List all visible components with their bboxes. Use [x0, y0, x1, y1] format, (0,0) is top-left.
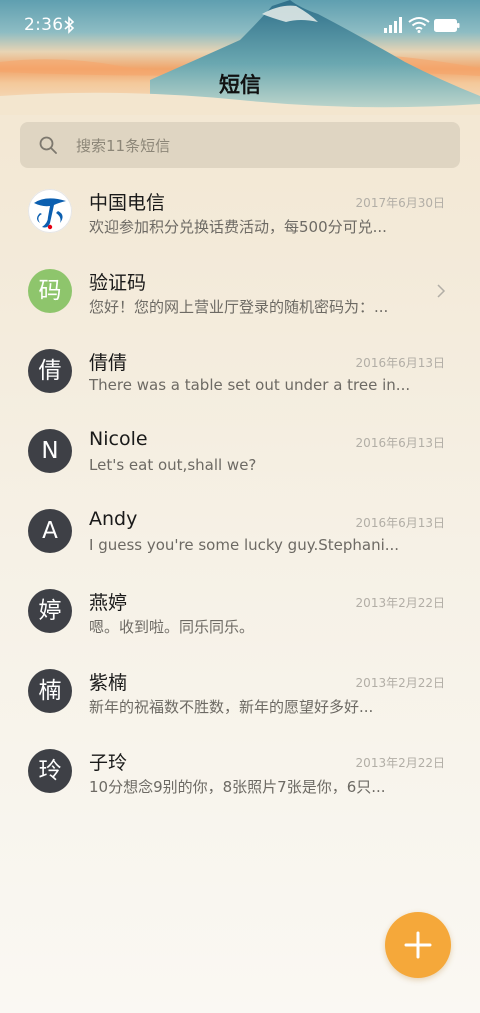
messages-screen: 2:36 短信 搜索11条短信 中国电信 2017年6月30日 欢迎参加积分兑换… — [0, 0, 480, 1013]
message-preview: 嗯。收到啦。同乐同乐。 — [89, 618, 255, 636]
message-date: 2017年6月30日 — [355, 196, 445, 210]
battery-icon — [434, 19, 460, 32]
message-preview: There was a table set out under a tree i… — [89, 376, 411, 394]
new-message-button[interactable] — [385, 912, 451, 978]
message-date: 2013年2月22日 — [355, 596, 445, 610]
avatar: 码 — [28, 269, 72, 313]
plus-icon — [404, 931, 432, 959]
page-title: 短信 — [219, 73, 261, 97]
china-telecom-logo-icon — [28, 189, 72, 233]
message-date: 2016年6月13日 — [355, 516, 445, 530]
conversation-item[interactable]: 楠 紫楠 2013年2月22日 新年的祝福数不胜数，新年的愿望好多好... — [0, 652, 480, 732]
search-icon — [39, 136, 57, 154]
contact-name: 子玲 — [89, 752, 128, 774]
message-preview: 10分想念9别的你，8张照片7张是你，6只... — [89, 778, 386, 796]
bluetooth-icon — [64, 16, 75, 34]
message-date: 2013年2月22日 — [355, 676, 445, 690]
message-preview: 新年的祝福数不胜数，新年的愿望好多好... — [89, 698, 374, 716]
message-date: 2013年2月22日 — [355, 756, 445, 770]
contact-name: 燕婷 — [89, 592, 128, 614]
avatar: 婷 — [28, 589, 72, 633]
message-preview: 欢迎参加积分兑换话费活动，每500分可兑... — [89, 218, 387, 236]
avatar: 倩 — [28, 349, 72, 393]
conversation-item[interactable]: 倩 倩倩 2016年6月13日 There was a table set ou… — [0, 332, 480, 412]
message-preview: I guess you're some lucky guy.Stephani..… — [89, 536, 400, 554]
avatar: A — [28, 509, 72, 553]
avatar: N — [28, 429, 72, 473]
contact-name: Andy — [89, 508, 138, 530]
contact-name: Nicole — [89, 428, 148, 450]
message-date: 2016年6月13日 — [355, 356, 445, 370]
avatar: 楠 — [28, 669, 72, 713]
chevron-right-icon — [437, 284, 446, 298]
contact-name: 倩倩 — [89, 352, 128, 374]
conversation-item[interactable]: N Nicole 2016年6月13日 Let's eat out,shall … — [0, 412, 480, 492]
message-date: 2016年6月13日 — [355, 436, 445, 450]
contact-name: 验证码 — [89, 272, 147, 294]
search-placeholder: 搜索11条短信 — [76, 137, 171, 155]
conversation-item[interactable]: 码 验证码 您好！您的网上营业厅登录的随机密码为：... — [0, 252, 480, 332]
wifi-icon — [408, 17, 430, 33]
status-time: 2:36 — [24, 15, 64, 35]
avatar: 玲 — [28, 749, 72, 793]
search-input[interactable]: 搜索11条短信 — [20, 122, 460, 168]
conversation-item[interactable]: A Andy 2016年6月13日 I guess you're some lu… — [0, 492, 480, 572]
message-preview: 您好！您的网上营业厅登录的随机密码为：... — [89, 298, 389, 316]
message-preview: Let's eat out,shall we? — [89, 456, 257, 474]
signal-icon — [384, 17, 402, 33]
china-telecom-logo-avatar — [28, 189, 72, 233]
conversation-item[interactable]: 中国电信 2017年6月30日 欢迎参加积分兑换话费活动，每500分可兑... — [0, 172, 480, 252]
conversation-item[interactable]: 婷 燕婷 2013年2月22日 嗯。收到啦。同乐同乐。 — [0, 572, 480, 652]
contact-name: 紫楠 — [89, 672, 128, 694]
conversation-item[interactable]: 玲 子玲 2013年2月22日 10分想念9别的你，8张照片7张是你，6只... — [0, 732, 480, 812]
status-bar: 2:36 — [0, 0, 480, 52]
contact-name: 中国电信 — [89, 192, 166, 214]
